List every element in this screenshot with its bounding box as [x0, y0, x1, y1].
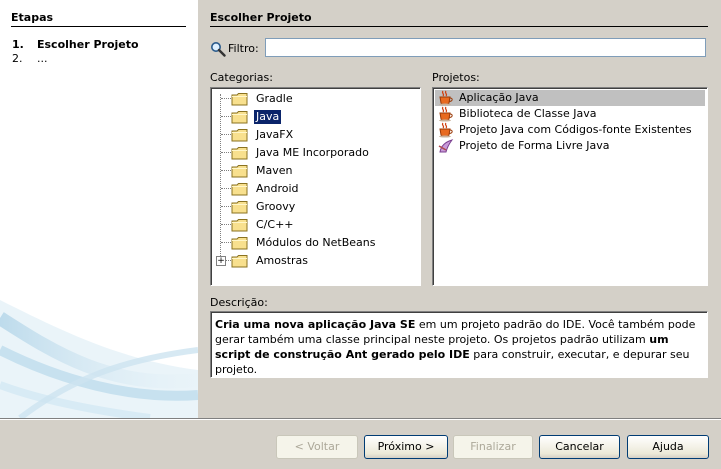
back-button[interactable]: < Voltar: [276, 435, 358, 459]
category-item[interactable]: Java ME Incorporado: [211, 144, 411, 162]
step-number: 1.: [12, 38, 24, 51]
steps-panel: Etapas 1. Escolher Projeto 2....: [0, 0, 198, 418]
panel-divider: [210, 26, 708, 27]
steps-title: Etapas: [11, 11, 54, 24]
folder-icon: [231, 93, 248, 106]
folder-icon: [231, 111, 248, 124]
category-item[interactable]: Groovy: [211, 198, 411, 216]
tree-connector: [221, 242, 231, 243]
filter-label: Filtro:: [228, 42, 259, 55]
category-item[interactable]: Módulos do NetBeans: [211, 234, 411, 252]
category-item[interactable]: Maven: [211, 162, 411, 180]
description-label: Descrição:: [210, 296, 268, 309]
tree-connector: [221, 170, 231, 171]
folder-icon: [231, 147, 248, 160]
help-button[interactable]: Ajuda: [627, 435, 709, 459]
java-cup-icon: [439, 122, 453, 138]
project-label: Biblioteca de Classe Java: [459, 107, 597, 120]
tree-connector: [221, 152, 231, 153]
folder-icon: [231, 219, 248, 232]
description-text: Cria uma nova aplicação Java SE em um pr…: [210, 311, 708, 378]
category-item[interactable]: Java: [211, 108, 411, 126]
description-emphasis-1: Cria uma nova aplicação Java SE: [215, 318, 416, 331]
freeform-project-icon: [438, 139, 454, 153]
finish-button[interactable]: Finalizar: [453, 435, 533, 459]
steps-divider: [11, 26, 186, 27]
project-item[interactable]: Projeto de Forma Livre Java: [435, 138, 705, 154]
project-label: Projeto de Forma Livre Java: [459, 139, 610, 152]
category-item[interactable]: Android: [211, 180, 411, 198]
step-label: Escolher Projeto: [37, 38, 139, 51]
tree-connector: [221, 134, 231, 135]
tree-connector: [221, 98, 231, 99]
folder-icon: [231, 237, 248, 250]
category-label: Gradle: [256, 92, 293, 105]
projects-list[interactable]: Aplicação Java Biblioteca de Classe Java P…: [432, 87, 708, 286]
tree-connector: [221, 206, 231, 207]
java-cup-icon: [439, 90, 453, 106]
categories-label: Categorias:: [210, 71, 273, 84]
folder-icon: [231, 129, 248, 142]
project-item[interactable]: Biblioteca de Classe Java: [435, 106, 705, 122]
category-item[interactable]: C/C++: [211, 216, 411, 234]
search-icon: [211, 42, 226, 57]
folder-icon: [231, 165, 248, 178]
category-label: Java: [254, 110, 282, 124]
projects-label: Projetos:: [432, 71, 480, 84]
expand-icon[interactable]: +: [216, 256, 226, 266]
cancel-button[interactable]: Cancelar: [539, 435, 620, 459]
category-label: JavaFX: [256, 128, 294, 141]
step-item-1: 1. Escolher Projeto: [12, 38, 139, 51]
folder-icon: [231, 183, 248, 196]
category-label: C/C++: [256, 218, 294, 231]
folder-icon: [231, 201, 248, 214]
project-label: Aplicação Java: [459, 91, 539, 104]
project-label: Projeto Java com Códigos-fonte Existente…: [459, 123, 692, 136]
category-label: Amostras: [256, 254, 309, 267]
tree-connector: [221, 224, 231, 225]
category-item[interactable]: + Amostras: [211, 252, 411, 270]
category-label: Android: [256, 182, 299, 195]
project-item[interactable]: Aplicação Java: [435, 90, 705, 106]
button-bar-separator-highlight: [0, 419, 721, 420]
next-button[interactable]: Próximo >: [364, 435, 448, 459]
category-label: Groovy: [256, 200, 296, 213]
java-cup-icon: [439, 106, 453, 122]
category-item[interactable]: JavaFX: [211, 126, 411, 144]
panel-title: Escolher Projeto: [210, 11, 312, 24]
category-item[interactable]: Gradle: [211, 90, 411, 108]
step-item-2: 2....: [12, 52, 48, 65]
filter-input[interactable]: [265, 38, 706, 57]
tree-connector: [221, 116, 231, 117]
category-label: Maven: [256, 164, 293, 177]
categories-tree[interactable]: Gradle Java JavaFX Java ME Incorporado Maven…: [210, 87, 421, 286]
step-number: 2.: [12, 52, 23, 65]
category-label: Módulos do NetBeans: [256, 236, 376, 249]
folder-icon: [231, 255, 248, 268]
category-label: Java ME Incorporado: [256, 146, 369, 159]
project-item[interactable]: Projeto Java com Códigos-fonte Existente…: [435, 122, 705, 138]
tree-connector: [221, 188, 231, 189]
step-label: ...: [37, 52, 48, 65]
